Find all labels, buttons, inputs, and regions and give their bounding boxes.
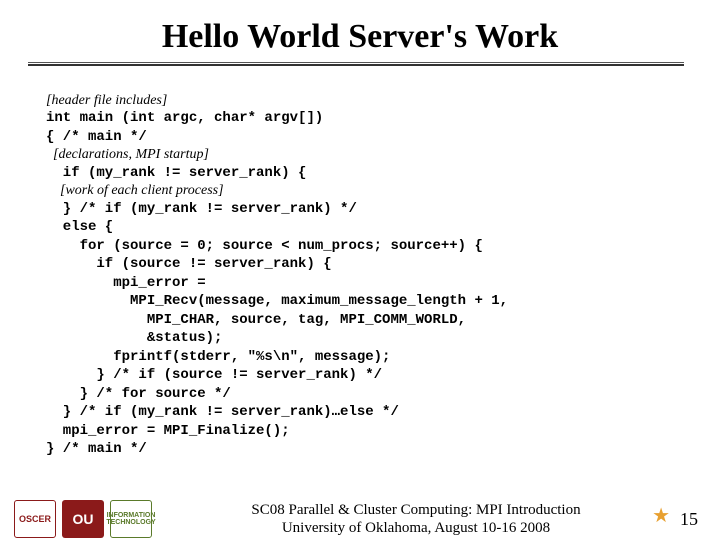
footer-text: SC08 Parallel & Cluster Computing: MPI I… (152, 501, 680, 537)
code-line: } /* main */ (46, 441, 147, 457)
code-line: [header file includes] (46, 93, 167, 108)
code-line: &status); (46, 330, 222, 346)
slide-footer: OSCER OU INFORMATION TECHNOLOGY SC08 Par… (0, 492, 720, 546)
code-line: int main (int argc, char* argv[]) (46, 110, 323, 126)
footer-logos: OSCER OU INFORMATION TECHNOLOGY (14, 500, 152, 538)
footer-line1: SC08 Parallel & Cluster Computing: MPI I… (152, 501, 680, 519)
code-line: if (my_rank != server_rank) { (46, 165, 306, 181)
code-line: if (source != server_rank) { (46, 256, 332, 272)
code-line: } /* if (source != server_rank) */ (46, 367, 382, 383)
code-line: [work of each client process] (46, 183, 224, 198)
code-line: [declarations, MPI startup] (46, 147, 209, 162)
footer-line2: University of Oklahoma, August 10-16 200… (152, 519, 680, 537)
it-logo: INFORMATION TECHNOLOGY (110, 500, 152, 538)
ou-logo: OU (62, 500, 104, 538)
code-line: } /* for source */ (46, 386, 231, 402)
code-line: MPI_Recv(message, maximum_message_length… (46, 293, 508, 309)
code-line: fprintf(stderr, "%s\n", message); (46, 349, 390, 365)
star-icon: ★ (652, 503, 670, 528)
code-line: for (source = 0; source < num_procs; sou… (46, 238, 483, 254)
code-line: mpi_error = MPI_Finalize(); (46, 423, 290, 439)
title-rule (0, 62, 720, 66)
oscer-logo: OSCER (14, 500, 56, 538)
code-line: mpi_error = (46, 275, 206, 291)
code-line: } /* if (my_rank != server_rank) */ (46, 201, 357, 217)
code-line: MPI_CHAR, source, tag, MPI_COMM_WORLD, (46, 312, 466, 328)
page-number: ★ 15 (680, 509, 698, 530)
code-line: } /* if (my_rank != server_rank)…else */ (46, 404, 399, 420)
code-listing: [header file includes] int main (int arg… (0, 74, 720, 459)
page-number-value: 15 (680, 509, 698, 529)
slide-title: Hello World Server's Work (0, 18, 720, 56)
code-line: else { (46, 219, 113, 235)
code-line: { /* main */ (46, 129, 147, 145)
